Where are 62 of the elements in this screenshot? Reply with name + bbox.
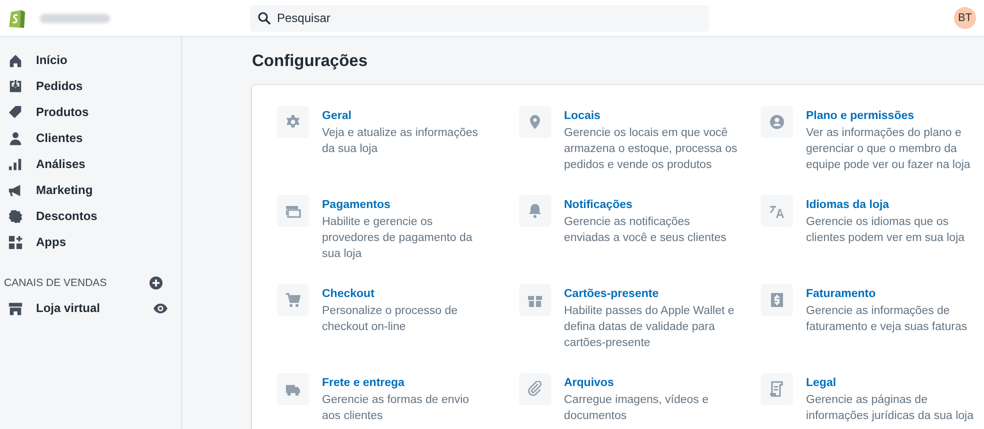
eye-icon[interactable] <box>153 300 168 316</box>
setting-icon <box>519 284 551 316</box>
nav-icon <box>8 234 23 250</box>
setting-icon <box>761 373 793 405</box>
setting-link[interactable]: Legal <box>806 377 836 389</box>
add-icon[interactable] <box>149 276 163 290</box>
setting-link[interactable]: Frete e entrega <box>322 377 404 389</box>
search-field[interactable]: Pesquisar <box>250 4 709 32</box>
setting-description: Gerencie as formas de envio aos clientes <box>322 393 470 424</box>
nav-icon <box>8 156 23 172</box>
page-title: Configurações <box>252 52 368 71</box>
setting-link[interactable]: Notificações <box>564 199 632 211</box>
store-name-blurred <box>40 14 110 22</box>
setting-description: Personalize o processo de checkout on-line <box>322 304 459 335</box>
setting-link[interactable]: Pagamentos <box>322 199 390 211</box>
nav-item[interactable]: Início <box>0 47 181 73</box>
nav-item[interactable]: Análises <box>0 151 181 177</box>
nav-icon <box>8 104 23 120</box>
setting-description: Gerencie os locais em que você armazena o estoque, processa os pedidos e vende os produtos <box>564 126 738 173</box>
setting-icon <box>519 195 551 227</box>
setting-icon <box>277 106 309 138</box>
setting-icon <box>277 373 309 405</box>
setting-description: Gerencie as informações de faturamento e veja suas faturas <box>806 304 968 335</box>
setting-icon <box>761 195 793 227</box>
nav-item[interactable]: Descontos <box>0 203 181 229</box>
setting-icon <box>761 284 793 316</box>
setting-icon <box>277 284 309 316</box>
setting-description: Gerencie as páginas de informações jurídicas da sua loja <box>806 393 974 424</box>
nav-item[interactable]: Pedidos <box>0 73 181 99</box>
nav-icon <box>8 208 23 224</box>
sales-channel-item[interactable]: Loja virtual <box>0 295 181 321</box>
setting-description: Carregue imagens, vídeos e documentos <box>564 393 710 424</box>
setting-icon <box>761 106 793 138</box>
setting-description: Gerencie os idiomas que os clientes podem ver em sua loja <box>806 215 966 246</box>
setting-description: Habilite e gerencie os provedores de pagamento da sua loja <box>322 215 474 262</box>
setting-link[interactable]: Geral <box>322 110 352 122</box>
nav-icon <box>8 182 23 198</box>
nav-item[interactable]: Produtos <box>0 99 181 125</box>
setting-description: Ver as informações do plano e gerenciar o que o membro da equipe pode ver ou fazer na loja <box>806 126 972 173</box>
section-heading: CANAIS DE VENDAS <box>4 277 107 289</box>
setting-link[interactable]: Arquivos <box>564 377 614 389</box>
setting-icon <box>519 106 551 138</box>
setting-description: Habilite passes do Apple Wallet e defina datas de validade para cartões-presente <box>564 304 736 351</box>
setting-link[interactable]: Idiomas da loja <box>806 199 890 211</box>
setting-description: Veja e atualize as informações da sua loja <box>322 126 479 157</box>
nav-item[interactable]: Clientes <box>0 125 181 151</box>
setting-link[interactable]: Plano e permissões <box>806 110 914 122</box>
nav-icon <box>8 78 23 94</box>
setting-icon <box>277 195 309 227</box>
setting-link[interactable]: Locais <box>564 110 600 122</box>
user-avatar[interactable]: BT <box>954 7 976 29</box>
setting-link[interactable]: Checkout <box>322 288 374 300</box>
setting-description: Gerencie as notificações enviadas a você e seus clientes <box>564 215 728 246</box>
nav-icon <box>8 52 23 68</box>
store-icon <box>8 300 23 316</box>
setting-link[interactable]: Faturamento <box>806 288 876 300</box>
nav-item[interactable]: Apps <box>0 229 181 255</box>
bag-logo-icon <box>8 8 26 28</box>
setting-link[interactable]: Cartões-presente <box>564 288 659 300</box>
nav-item[interactable]: Marketing <box>0 177 181 203</box>
nav-icon <box>8 130 23 146</box>
setting-icon <box>519 373 551 405</box>
